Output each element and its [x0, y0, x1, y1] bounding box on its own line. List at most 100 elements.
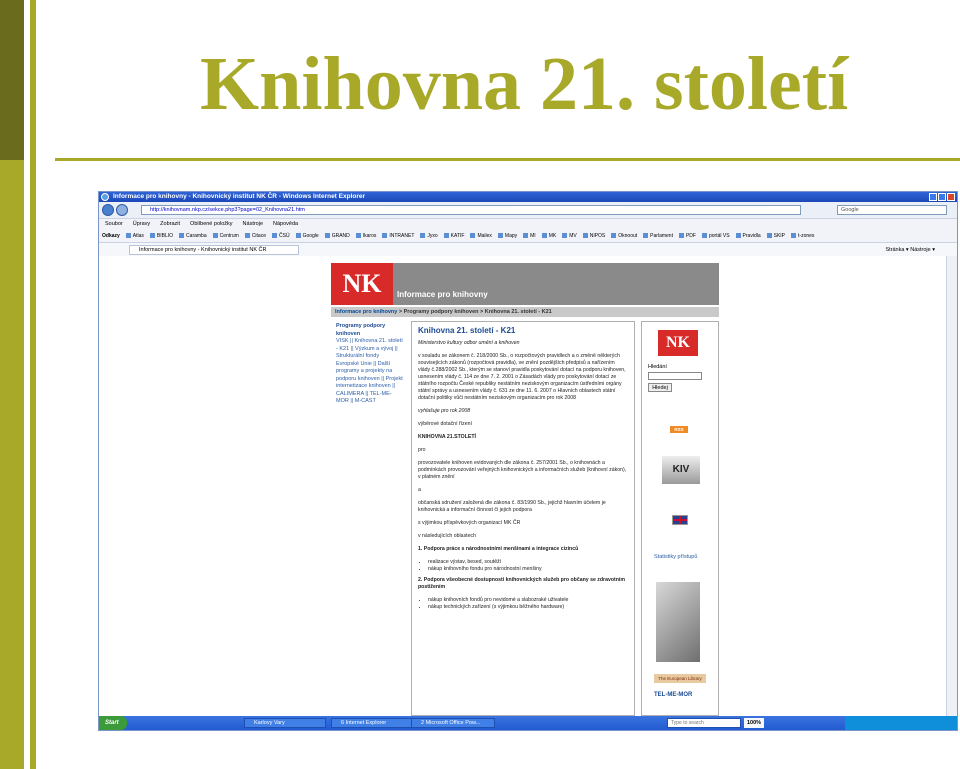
stats-link[interactable]: Statistiky přístupů: [654, 554, 697, 560]
procedure-text: výběrové dotační řízení: [418, 421, 472, 427]
list-item: nákup knihovních fondů pro nevidomé a sl…: [428, 597, 628, 604]
slide-accent-bar-light: [0, 160, 24, 769]
link-item[interactable]: Mailex: [470, 230, 491, 242]
site-banner: NK Informace pro knihovny: [331, 263, 719, 305]
link-item[interactable]: MV: [562, 230, 577, 242]
search-input[interactable]: Google: [837, 205, 947, 215]
link-item[interactable]: MK: [542, 230, 557, 242]
system-tray: [845, 716, 957, 730]
link-item[interactable]: SKIP: [767, 230, 785, 242]
area-2-heading: 2. Podpora všeobecné dostupnosti knihovn…: [418, 577, 625, 590]
menu-bar: Soubor Úpravy Zobrazit Oblíbené položky Nást…: [99, 219, 957, 230]
exception-text: s výjimkou příspěvkových organizací MK Č…: [418, 520, 521, 526]
link-item[interactable]: MI: [523, 230, 536, 242]
menu-item[interactable]: Soubor: [105, 219, 123, 230]
kiv-logo[interactable]: KIV: [662, 456, 700, 484]
link-item[interactable]: Centrum: [213, 230, 239, 242]
task-karlovy-vary[interactable]: Karlovy Vary: [244, 718, 326, 728]
link-item[interactable]: Parlament: [643, 230, 673, 242]
minimize-icon[interactable]: [929, 193, 937, 201]
vertical-scrollbar[interactable]: [946, 256, 957, 716]
link-item[interactable]: Caramba: [179, 230, 207, 242]
nk-logo-small: NK: [658, 330, 698, 356]
slide-title: Knihovna 21. století: [200, 42, 849, 126]
link-item[interactable]: GRAND: [325, 230, 350, 242]
announce-text: vyhlašuje pro rok 2008: [418, 408, 471, 414]
left-navigation: Programy podpory knihoven VISK || Knihov…: [331, 323, 403, 406]
link-item[interactable]: BIBLIO: [150, 230, 173, 242]
taskbar: Start Karlovy Vary 6 Internet Explorer 2…: [99, 716, 957, 730]
breadcrumb: Informace pro knihovny > Programy podpor…: [331, 307, 719, 317]
maximize-icon[interactable]: [938, 193, 946, 201]
list-item: realizace výstav, besed, soutěží: [428, 559, 628, 566]
link-item[interactable]: Oknoout: [611, 230, 637, 242]
link-item[interactable]: portál VS: [702, 230, 730, 242]
back-button[interactable]: [102, 204, 114, 216]
nk-logo: NK: [331, 263, 393, 305]
breadcrumb-rest: > Programy podpory knihoven > Knihovna 2…: [397, 309, 552, 315]
search-label: Hledání: [648, 364, 667, 370]
operators-text: provozovatele knihoven evidovaných dle z…: [418, 460, 627, 480]
telmor-logo[interactable]: TEL-ME-MOR: [654, 692, 692, 698]
link-item[interactable]: t-zones: [791, 230, 814, 242]
search-button[interactable]: Hledej: [648, 383, 672, 392]
leftnav-links[interactable]: VISK || Knihovna 21. století - K21 || Vý…: [336, 338, 403, 406]
taskbar-search[interactable]: Type to search: [667, 718, 741, 728]
list-item: nákup technických zařízení (s výjimkou b…: [428, 604, 628, 611]
slide-accent-line: [30, 0, 36, 769]
legal-paragraph: v souladu se zákonem č. 218/2000 Sb., o …: [418, 353, 626, 401]
european-library-banner[interactable]: The European Library: [654, 674, 706, 683]
window-controls: [929, 193, 955, 201]
forward-button[interactable]: [116, 204, 128, 216]
breadcrumb-link[interactable]: Informace pro knihovny: [335, 309, 397, 315]
banner-title: Informace pro knihovny: [397, 290, 488, 299]
slide-accent-bar-dark: [0, 0, 24, 160]
menu-item[interactable]: Nástroje: [243, 219, 263, 230]
zoom-level[interactable]: 100%: [744, 718, 765, 728]
link-item[interactable]: Atlas: [126, 230, 144, 242]
menu-item[interactable]: Zobrazit: [160, 219, 180, 230]
award-image: [656, 582, 700, 662]
rss-icon[interactable]: RSS: [670, 426, 688, 433]
site-search-input[interactable]: [648, 372, 702, 380]
associations-text: občanská sdružení založená dle zákona č.…: [418, 500, 606, 513]
link-item[interactable]: KATIF: [444, 230, 465, 242]
uk-flag-icon[interactable]: [672, 515, 688, 525]
link-item[interactable]: PDF: [679, 230, 696, 242]
task-powerpoint[interactable]: 2 Microsoft Office Pow...: [411, 718, 495, 728]
areas-intro: v následujících oblastech: [418, 533, 476, 539]
start-button[interactable]: Start: [99, 716, 127, 730]
leftnav-heading: Programy podpory knihoven: [336, 323, 386, 337]
browser-screenshot: Informace pro knihovny - Knihovnický ins…: [98, 191, 958, 731]
link-item[interactable]: ČSÚ: [272, 230, 290, 242]
main-content: Knihovna 21. století - K21 Ministerstvo …: [411, 321, 635, 716]
menu-item[interactable]: Oblíbené položky: [190, 219, 233, 230]
ie-icon: [101, 193, 109, 201]
links-bar: Odkazy Atlas BIBLIO Caramba Centrum Citace ČS…: [99, 230, 957, 243]
link-item[interactable]: Jyxo: [420, 230, 437, 242]
menu-item[interactable]: Úpravy: [133, 219, 150, 230]
task-internet-explorer[interactable]: 6 Internet Explorer: [331, 718, 415, 728]
link-item[interactable]: Google: [296, 230, 319, 242]
program-name: KNIHOVNA 21.STOLETÍ: [418, 434, 476, 440]
link-item[interactable]: Pravidla: [736, 230, 761, 242]
address-bar[interactable]: http://knihovnam.nkp.cz/sekce.php3?page=…: [141, 205, 801, 215]
title-underline: [55, 158, 960, 161]
tab-informace[interactable]: Informace pro knihovny - Knihovnický ins…: [129, 245, 299, 255]
window-titlebar: Informace pro knihovny - Knihovnický ins…: [99, 192, 957, 202]
for-text: pro: [418, 447, 426, 453]
content-heading: Knihovna 21. století - K21: [418, 326, 516, 335]
link-item[interactable]: Citace: [245, 230, 266, 242]
list-item: nákup knihovního fondu pro národnostní m…: [428, 566, 628, 573]
menu-item[interactable]: Nápověda: [273, 219, 298, 230]
close-icon[interactable]: [947, 193, 955, 201]
area-2-list: nákup knihovních fondů pro nevidomé a sl…: [428, 597, 628, 611]
and-text: a: [418, 487, 421, 493]
link-item[interactable]: NIPOS: [583, 230, 606, 242]
link-item[interactable]: Mapy: [498, 230, 517, 242]
area-1-heading: 1. Podpora práce s národnostními menšina…: [418, 546, 579, 552]
link-item[interactable]: Ikaros: [356, 230, 377, 242]
address-row: http://knihovnam.nkp.cz/sekce.php3?page=…: [99, 202, 957, 219]
command-bar[interactable]: Stránka ▾ Nástroje ▾: [885, 245, 935, 255]
link-item[interactable]: INTRANET: [382, 230, 414, 242]
